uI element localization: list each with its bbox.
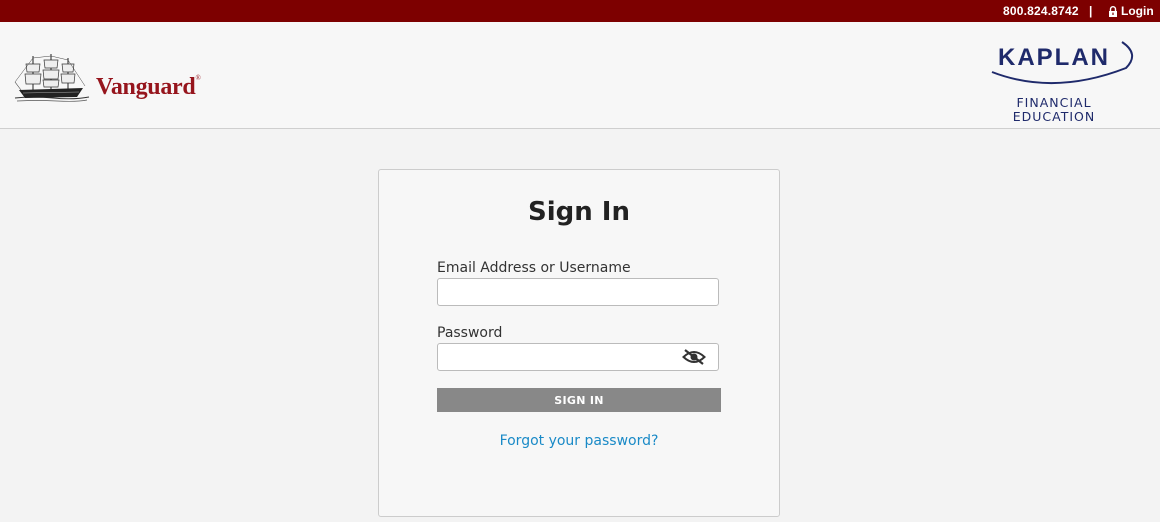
signin-button[interactable]: SIGN IN	[437, 388, 721, 412]
kaplan-wordmark: KAPLAN	[998, 44, 1110, 71]
vanguard-text: Vanguard	[96, 74, 196, 100]
signin-card: Sign In Email Address or Username Passwo…	[378, 169, 780, 517]
password-field[interactable]	[438, 344, 694, 370]
password-label: Password	[437, 325, 503, 341]
password-field-wrapper	[437, 343, 719, 371]
top-utility-bar: 800.824.8742 | Login	[0, 0, 1160, 22]
vanguard-wordmark: Vanguard®	[96, 74, 201, 101]
vanguard-logo[interactable]: Vanguard®	[13, 52, 201, 106]
topbar-separator: |	[1089, 4, 1093, 18]
site-header: Vanguard® KAPLAN FINANCIAL EDUCATION	[0, 22, 1160, 129]
phone-number: 800.824.8742	[1003, 4, 1079, 18]
kaplan-financial: FINANCIAL	[1016, 95, 1091, 110]
signin-title: Sign In	[528, 197, 630, 227]
eye-slash-icon[interactable]	[682, 349, 706, 365]
email-field[interactable]	[438, 279, 694, 305]
login-link[interactable]: Login	[1108, 4, 1154, 18]
ship-icon	[14, 54, 90, 102]
registered-mark: ®	[195, 74, 201, 82]
email-field-wrapper	[437, 278, 719, 306]
kaplan-education: EDUCATION	[1013, 109, 1096, 124]
email-label: Email Address or Username	[437, 260, 631, 276]
kaplan-logo[interactable]: KAPLAN FINANCIAL EDUCATION	[984, 38, 1144, 128]
login-label: Login	[1121, 4, 1154, 18]
forgot-password-link[interactable]: Forgot your password?	[379, 433, 779, 449]
lock-icon	[1109, 5, 1117, 17]
